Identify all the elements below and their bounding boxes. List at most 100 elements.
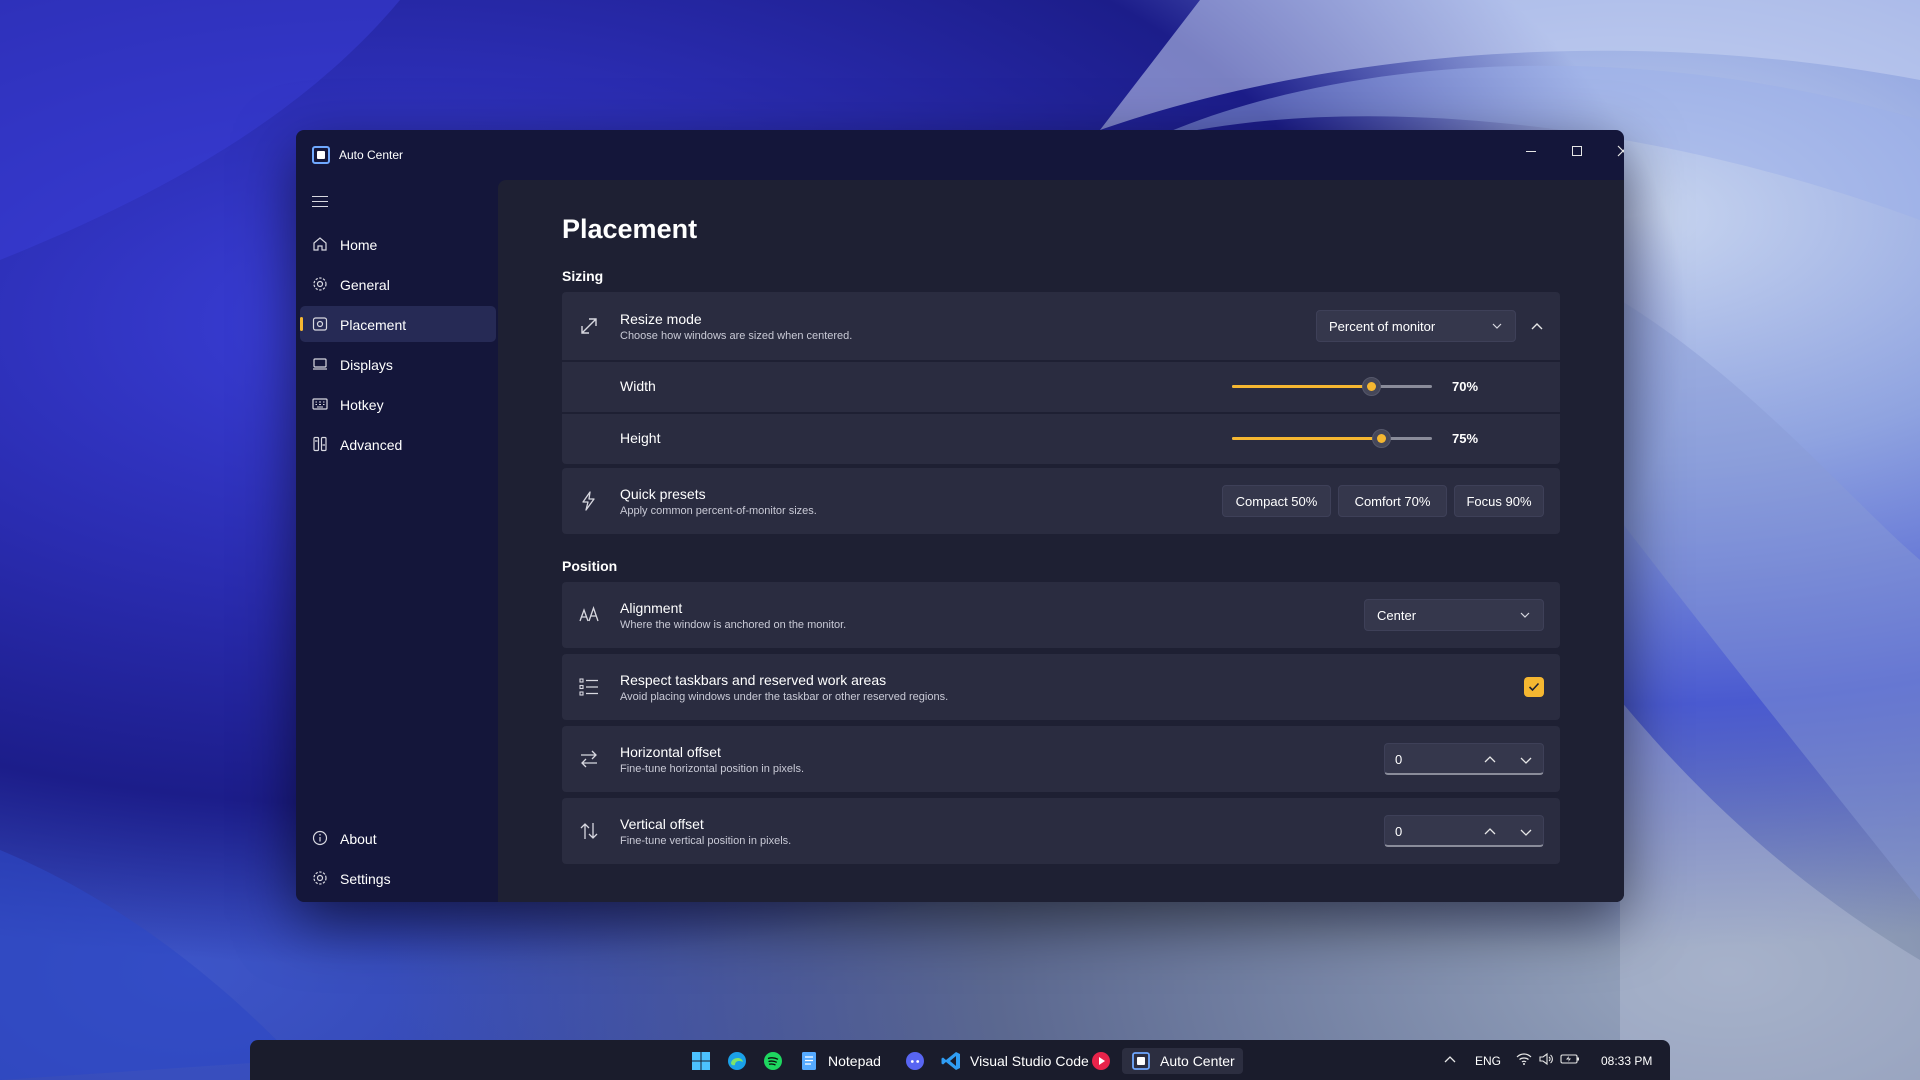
increment-button[interactable] bbox=[1483, 825, 1497, 839]
gear-icon bbox=[313, 277, 327, 291]
app-logo-icon bbox=[312, 146, 330, 164]
horizontal-offset-input[interactable]: 0 bbox=[1384, 743, 1544, 775]
preset-focus-button[interactable]: Focus 90% bbox=[1454, 485, 1544, 517]
wifi-icon[interactable] bbox=[1516, 1052, 1532, 1066]
width-label: Width bbox=[620, 378, 656, 394]
taskbar-label: Visual Studio Code bbox=[970, 1053, 1089, 1069]
preset-compact-button[interactable]: Compact 50% bbox=[1222, 485, 1331, 517]
home-icon bbox=[313, 237, 327, 251]
language-indicator[interactable]: ENG bbox=[1475, 1054, 1501, 1068]
dropdown-value: Percent of monitor bbox=[1329, 319, 1436, 334]
section-heading-sizing: Sizing bbox=[562, 268, 604, 284]
close-icon bbox=[1617, 145, 1624, 157]
windows-start-icon bbox=[692, 1052, 710, 1070]
hamburger-menu-button[interactable] bbox=[312, 196, 328, 208]
sidebar-item-hotkey[interactable]: Hotkey bbox=[300, 386, 496, 422]
sidebar-item-about[interactable]: About bbox=[300, 820, 496, 856]
taskbar-media-player[interactable] bbox=[1090, 1048, 1112, 1074]
volume-icon[interactable] bbox=[1538, 1052, 1554, 1066]
sidebar-item-home[interactable]: Home bbox=[300, 226, 496, 262]
preset-comfort-button[interactable]: Comfort 70% bbox=[1338, 485, 1447, 517]
chevron-down-icon bbox=[1492, 323, 1502, 329]
taskbar-edge[interactable] bbox=[726, 1048, 748, 1074]
edge-icon bbox=[728, 1052, 746, 1070]
start-button[interactable] bbox=[690, 1048, 712, 1074]
alignment-icon bbox=[579, 606, 599, 622]
sidebar-item-placement[interactable]: Placement bbox=[300, 306, 496, 342]
sidebar-item-label: Advanced bbox=[340, 437, 403, 453]
increment-button[interactable] bbox=[1483, 753, 1497, 767]
card-description: Fine-tune horizontal position in pixels. bbox=[620, 763, 805, 775]
card-title: Vertical offset bbox=[620, 816, 704, 832]
minimize-button[interactable] bbox=[1508, 136, 1554, 166]
horizontal-offset-card: Horizontal offset Fine-tune horizontal p… bbox=[562, 726, 1560, 792]
sidebar-item-label: About bbox=[340, 831, 377, 847]
resize-mode-card: Resize mode Choose how windows are sized… bbox=[562, 292, 1560, 360]
height-value: 75% bbox=[1452, 431, 1479, 446]
chevron-up-icon[interactable] bbox=[1443, 1053, 1457, 1067]
list-icon bbox=[579, 678, 598, 696]
maximize-button[interactable] bbox=[1554, 136, 1600, 166]
section-heading-position: Position bbox=[562, 558, 618, 574]
media-player-icon bbox=[1092, 1052, 1110, 1070]
sidebar-item-displays[interactable]: Displays bbox=[300, 346, 496, 382]
width-slider-fill bbox=[1232, 385, 1372, 388]
width-setting-row: Width 70% bbox=[562, 362, 1560, 412]
width-slider[interactable] bbox=[1232, 377, 1432, 396]
height-setting-row: Height 75% bbox=[562, 414, 1560, 464]
taskbar-label: Notepad bbox=[828, 1053, 881, 1069]
sidebar-item-advanced[interactable]: Advanced bbox=[300, 426, 496, 462]
app-window: Auto Center Home General Placement Displ… bbox=[296, 130, 1624, 902]
keyboard-icon bbox=[312, 398, 328, 410]
card-description: Apply common percent-of-monitor sizes. bbox=[620, 505, 817, 517]
taskbar-vscode[interactable]: Visual Studio Code bbox=[940, 1048, 1089, 1074]
height-slider-fill bbox=[1232, 437, 1382, 440]
minimize-icon bbox=[1526, 150, 1536, 152]
decrement-button[interactable] bbox=[1519, 825, 1533, 839]
card-title: Resize mode bbox=[620, 311, 702, 327]
main-content: Placement Sizing Resize mode Choose how … bbox=[498, 180, 1624, 902]
taskbar-auto-center[interactable]: Auto Center bbox=[1122, 1048, 1243, 1074]
checkmark-icon bbox=[1528, 682, 1540, 692]
lightning-icon bbox=[582, 491, 595, 511]
gear-icon bbox=[313, 871, 327, 885]
decrement-button[interactable] bbox=[1519, 753, 1533, 767]
alignment-dropdown[interactable]: Center bbox=[1364, 599, 1544, 631]
resize-mode-dropdown[interactable]: Percent of monitor bbox=[1316, 310, 1516, 342]
chevron-up-icon[interactable] bbox=[1530, 320, 1544, 334]
card-description: Choose how windows are sized when center… bbox=[620, 330, 853, 342]
card-description: Where the window is anchored on the moni… bbox=[620, 619, 847, 631]
respect-taskbars-checkbox[interactable] bbox=[1524, 677, 1544, 697]
taskbar-discord[interactable] bbox=[904, 1048, 926, 1074]
chevron-down-icon bbox=[1520, 612, 1530, 618]
vertical-offset-input[interactable]: 0 bbox=[1384, 815, 1544, 847]
sidebar-item-general[interactable]: General bbox=[300, 266, 496, 302]
clock[interactable]: 08:33 PM bbox=[1601, 1054, 1652, 1068]
title-bar[interactable]: Auto Center bbox=[296, 130, 1624, 180]
display-icon bbox=[313, 358, 327, 370]
card-title: Horizontal offset bbox=[620, 744, 721, 760]
vscode-icon bbox=[941, 1052, 960, 1070]
battery-icon[interactable] bbox=[1560, 1052, 1580, 1066]
taskbar: Notepad Visual Studio Code Auto Center E… bbox=[250, 1040, 1670, 1080]
horizontal-offset-value: 0 bbox=[1395, 752, 1403, 767]
width-value: 70% bbox=[1452, 379, 1479, 394]
window-title: Auto Center bbox=[339, 148, 404, 162]
spotify-icon bbox=[764, 1052, 782, 1070]
taskbar-notepad[interactable]: Notepad bbox=[798, 1048, 881, 1074]
height-slider[interactable] bbox=[1232, 429, 1432, 448]
maximize-icon bbox=[1572, 146, 1582, 156]
sidebar-item-label: Settings bbox=[340, 871, 391, 887]
sidebar-item-settings[interactable]: Settings bbox=[300, 860, 496, 896]
close-button[interactable] bbox=[1600, 136, 1624, 166]
width-slider-thumb[interactable] bbox=[1362, 377, 1381, 396]
card-title: Respect taskbars and reserved work areas bbox=[620, 672, 887, 688]
height-label: Height bbox=[620, 430, 661, 446]
taskbar-spotify[interactable] bbox=[762, 1048, 784, 1074]
info-icon bbox=[312, 830, 328, 846]
advanced-icon bbox=[313, 436, 327, 452]
notepad-icon bbox=[802, 1052, 816, 1070]
height-slider-thumb[interactable] bbox=[1372, 429, 1391, 448]
vertical-arrows-icon bbox=[580, 823, 598, 839]
card-title: Quick presets bbox=[620, 486, 706, 502]
